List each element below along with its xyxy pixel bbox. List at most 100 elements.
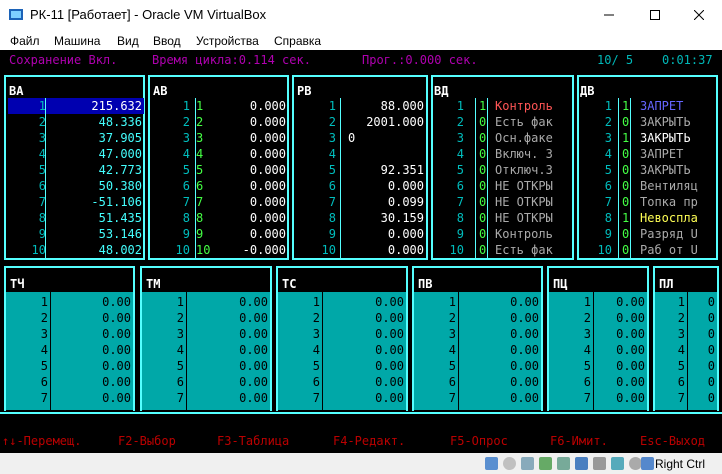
menu-view[interactable]: Вид xyxy=(117,34,139,48)
dv-row-number: 10 xyxy=(597,243,612,257)
bottom-row-value: 0.00 xyxy=(375,343,404,357)
menu-input[interactable]: Ввод xyxy=(153,34,181,48)
rv-row-number: 8 xyxy=(328,211,336,225)
shared-folders-icon[interactable] xyxy=(575,457,588,470)
bottom-row-number: 7 xyxy=(176,391,184,405)
vd-row-number: 9 xyxy=(456,227,464,241)
bottom-row-number: 3 xyxy=(448,327,456,341)
bottom-panel-divider xyxy=(593,292,594,410)
bottom-row-number: 4 xyxy=(312,343,320,357)
bottom-row-number: 6 xyxy=(176,375,184,389)
bottom-row-value: 0.00 xyxy=(239,375,268,389)
fkey-simulate[interactable]: F6-Имит. xyxy=(550,433,608,449)
bottom-row-value: 0.00 xyxy=(510,375,539,389)
bottom-row-value: 0.00 xyxy=(102,343,131,357)
bottom-row-value: 0.00 xyxy=(510,327,539,341)
rv-row-value: 0.000 xyxy=(387,227,424,241)
vd-row-number: 7 xyxy=(456,195,464,209)
audio-icon[interactable] xyxy=(521,457,534,470)
av-row-value: 0.000 xyxy=(249,99,286,113)
hdd-icon[interactable] xyxy=(485,457,498,470)
vd-row-text: Есть фак xyxy=(495,115,553,129)
bottom-row-number: 7 xyxy=(677,391,685,405)
mouse-integration-icon[interactable] xyxy=(641,457,654,470)
bottom-row-number: 1 xyxy=(448,295,456,309)
optical-drive-icon[interactable] xyxy=(503,457,516,470)
usb-icon[interactable] xyxy=(557,457,570,470)
fkey-exit[interactable]: Esc-Выход xyxy=(640,433,705,449)
bottom-row-number: 4 xyxy=(583,343,591,357)
rv-row-number: 1 xyxy=(328,99,336,113)
minimize-icon xyxy=(604,14,614,16)
vm-screen[interactable]: Сохранение Вкл. Время цикла:0.114 сек. П… xyxy=(0,50,722,453)
bottom-row-number: 3 xyxy=(176,327,184,341)
fkey-edit[interactable]: F4-Редакт. xyxy=(333,433,405,449)
dv-row-bit: 0 xyxy=(622,195,630,209)
panel-vd-column-divider-2 xyxy=(487,98,488,258)
bottom-row-value: 0.00 xyxy=(102,311,131,325)
bottom-panel-title: ПЦ xyxy=(553,277,568,291)
bottom-row-number: 1 xyxy=(312,295,320,309)
vd-row-bit: 0 xyxy=(479,147,487,161)
fkey-select[interactable]: F2-Выбор xyxy=(118,433,176,449)
av-row-number: 1 xyxy=(182,99,190,113)
minimize-button[interactable] xyxy=(586,0,632,30)
dv-row-text: ЗАПРЕТ xyxy=(640,99,684,113)
bottom-row-number: 1 xyxy=(176,295,184,309)
bottom-row-value: 0.00 xyxy=(375,295,404,309)
dv-row-text: ЗАКРЫТЬ xyxy=(640,115,691,129)
bottom-row-value: 0 xyxy=(707,295,715,309)
display-icon[interactable] xyxy=(593,457,606,470)
rv-row-value: 30.159 xyxy=(380,211,424,225)
av-row-number: 3 xyxy=(182,131,190,145)
prog-time: Прог.:0.000 сек. xyxy=(362,53,478,67)
rv-row-value: 0.000 xyxy=(387,243,424,257)
bottom-row-number: 7 xyxy=(583,391,591,405)
bottom-row-value: 0.00 xyxy=(616,327,645,341)
ba-row-number: 9 xyxy=(38,227,46,241)
dv-row-bit: 1 xyxy=(622,211,630,225)
fkey-poll[interactable]: F5-Опрос xyxy=(450,433,508,449)
menu-devices[interactable]: Устройства xyxy=(196,34,259,48)
maximize-icon xyxy=(650,10,660,20)
ba-row-value: 53.146 xyxy=(98,227,142,241)
bottom-row-number: 6 xyxy=(583,375,591,389)
bottom-row-number: 6 xyxy=(677,375,685,389)
function-key-bar: ↑↓-Перемещ. F2-Выбор F3-Таблица F4-Редак… xyxy=(0,433,722,451)
menu-bar: Файл Машина Вид Ввод Устройства Справка xyxy=(0,30,722,50)
av-row-value: 0.000 xyxy=(249,147,286,161)
ba-row-value: 42.773 xyxy=(98,163,142,177)
panel-ba-title: ВА xyxy=(9,84,24,98)
bottom-row-value: 0.00 xyxy=(375,391,404,405)
rv-row-number: 7 xyxy=(328,195,336,209)
bottom-panel-divider xyxy=(458,292,459,410)
vd-row-number: 6 xyxy=(456,179,464,193)
menu-file[interactable]: Файл xyxy=(10,34,40,48)
fkey-move[interactable]: ↑↓-Перемещ. xyxy=(2,433,81,449)
bottom-row-number: 2 xyxy=(40,311,48,325)
recording-icon[interactable] xyxy=(611,457,624,470)
bottom-row-number: 7 xyxy=(40,391,48,405)
ba-row-number: 8 xyxy=(38,211,46,225)
dv-row-number: 5 xyxy=(604,163,612,177)
rv-row-number: 6 xyxy=(328,179,336,193)
dv-row-text: ЗАКРЫТЬ xyxy=(640,163,691,177)
maximize-button[interactable] xyxy=(632,0,678,30)
bottom-separator xyxy=(0,412,722,414)
av-row-number: 4 xyxy=(182,147,190,161)
menu-help[interactable]: Справка xyxy=(274,34,321,48)
vd-row-bit: 0 xyxy=(479,211,487,225)
rv-row-value: 2001.000 xyxy=(366,115,424,129)
bottom-row-value: 0.00 xyxy=(616,375,645,389)
rv-row-value: 92.351 xyxy=(380,163,424,177)
vd-row-bit: 0 xyxy=(479,163,487,177)
bottom-row-number: 6 xyxy=(312,375,320,389)
network-icon[interactable] xyxy=(539,457,552,470)
fkey-table[interactable]: F3-Таблица xyxy=(217,433,289,449)
close-button[interactable] xyxy=(676,0,722,30)
menu-machine[interactable]: Машина xyxy=(54,34,100,48)
panel-dv-column-divider xyxy=(618,98,619,258)
bottom-panel-title: ТЧ xyxy=(10,277,25,291)
bottom-panel-divider xyxy=(50,292,51,410)
av-row-number: 6 xyxy=(182,179,190,193)
